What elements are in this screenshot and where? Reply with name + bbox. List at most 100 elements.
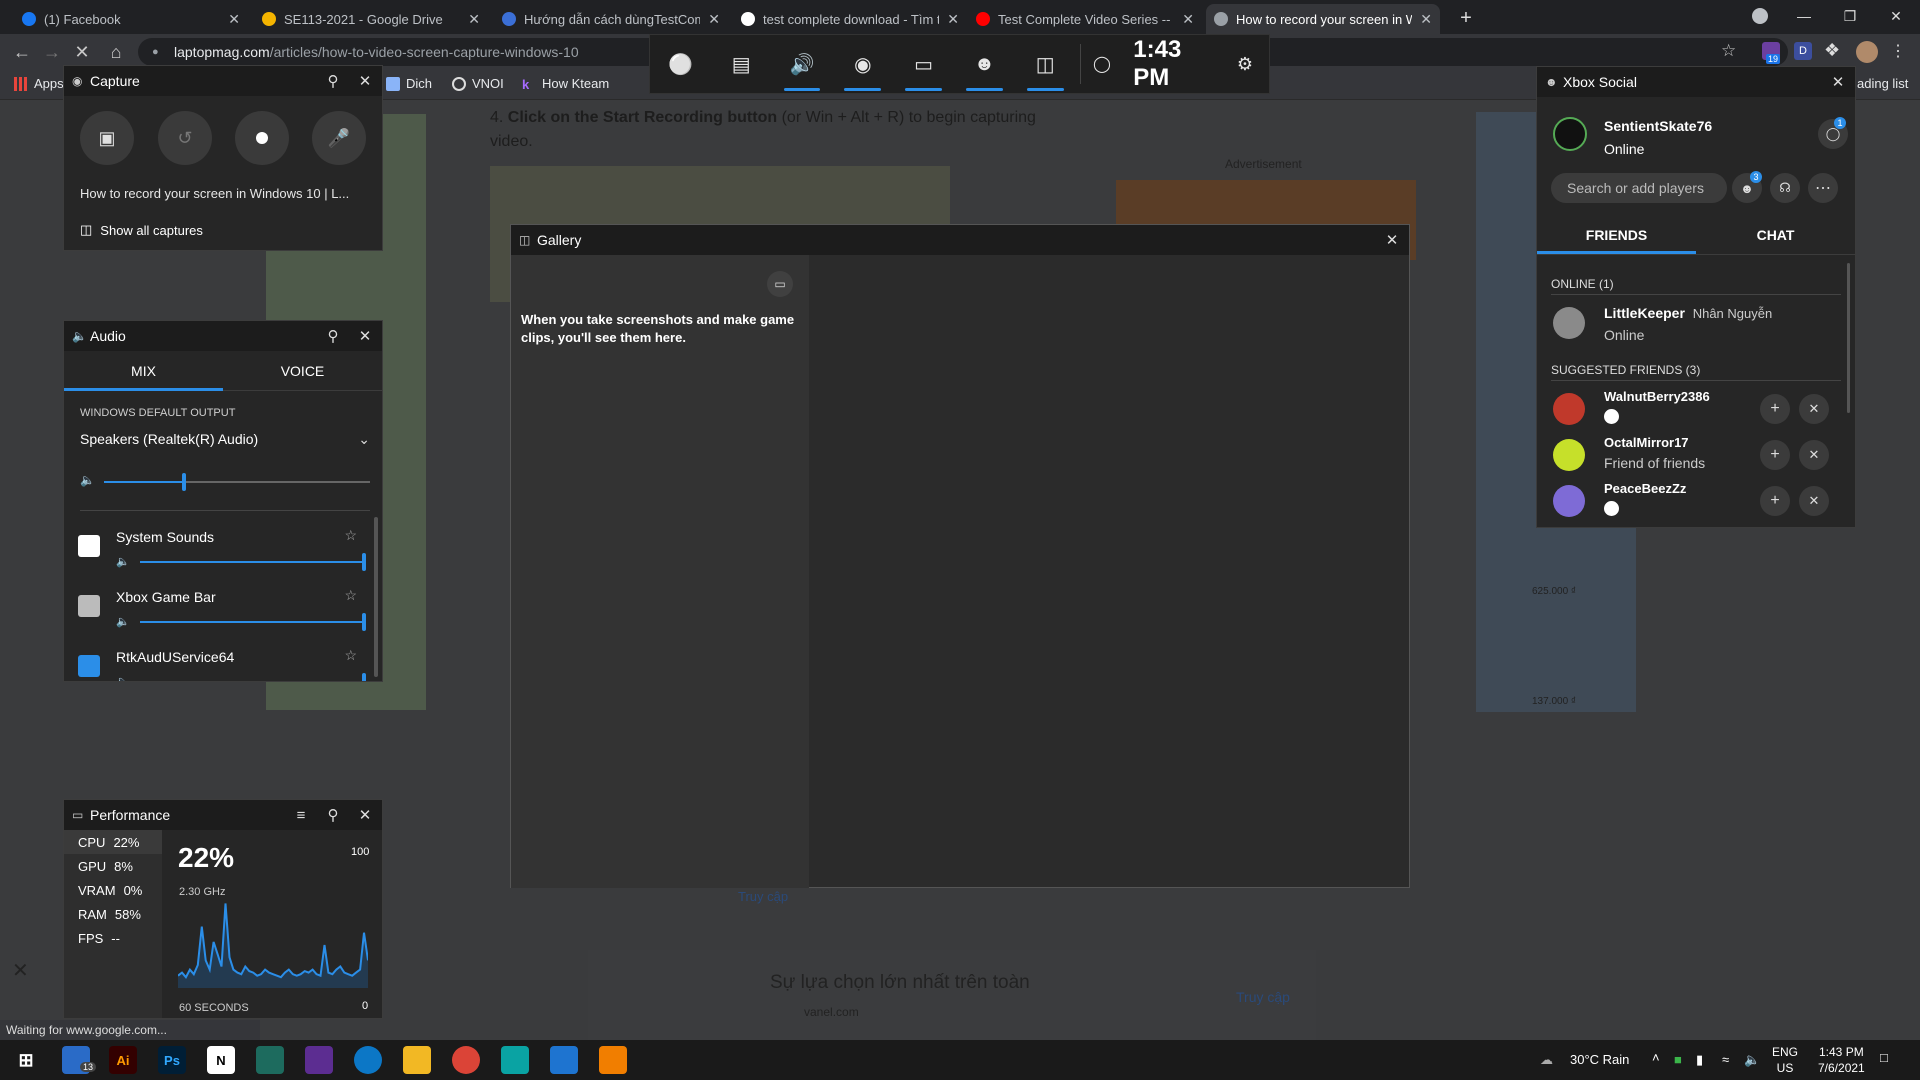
- start-windows-icon[interactable]: ⊞: [12, 1046, 40, 1074]
- settings-gear-icon[interactable]: ⚙: [1221, 35, 1269, 93]
- new-tab-button[interactable]: +: [1454, 6, 1478, 30]
- bottom-ad-title[interactable]: Sự lựa chọn lớn nhất trên toàn: [770, 972, 1030, 994]
- edge-icon[interactable]: [354, 1046, 382, 1074]
- maximize-button[interactable]: ❐: [1827, 0, 1873, 32]
- master-volume-icon[interactable]: 🔈: [80, 473, 95, 487]
- close-tab-icon[interactable]: ✕: [468, 11, 480, 28]
- friend-gamertag[interactable]: LittleKeeper Nhân Nguyễn: [1604, 305, 1772, 321]
- extensions-puzzle-icon[interactable]: ❖: [1824, 40, 1840, 61]
- profile-avatar[interactable]: [1856, 41, 1878, 63]
- close-ad-icon[interactable]: ✕: [12, 958, 29, 983]
- browser-tab[interactable]: Test Complete Video Series -- Pa ✕: [968, 4, 1202, 34]
- metric-cpu[interactable]: CPU 22%: [64, 830, 162, 854]
- app-volume-slider[interactable]: [140, 553, 366, 571]
- pin-icon[interactable]: ⚲: [318, 66, 348, 96]
- close-icon[interactable]: ✕: [1823, 67, 1853, 97]
- pin-icon[interactable]: ⚲: [318, 321, 348, 351]
- screenshot-button[interactable]: ▣: [80, 111, 134, 165]
- truy-cap-link[interactable]: Truy cập: [738, 889, 788, 904]
- volume-icon[interactable]: 🔈: [1744, 1052, 1760, 1068]
- tab-friends[interactable]: FRIENDS: [1537, 215, 1696, 254]
- notion-icon[interactable]: N: [207, 1046, 235, 1074]
- browser-tab[interactable]: Hướng dẫn cách dùngTestCompl ✕: [494, 4, 728, 34]
- forward-icon[interactable]: →: [40, 40, 64, 64]
- bookmark-howkteam[interactable]: k How Kteam: [522, 76, 609, 92]
- scrollbar[interactable]: [374, 517, 378, 677]
- close-tab-icon[interactable]: ✕: [1182, 11, 1194, 28]
- extension-d-icon[interactable]: D: [1794, 42, 1812, 60]
- friend-avatar[interactable]: [1553, 439, 1585, 471]
- audio-widget-icon[interactable]: 🔊: [772, 35, 833, 93]
- friend-avatar[interactable]: [1553, 393, 1585, 425]
- performance-widget-icon[interactable]: ▭: [893, 35, 954, 93]
- pin-icon[interactable]: ⚲: [318, 800, 348, 830]
- options-sliders-icon[interactable]: ≡: [286, 800, 316, 830]
- vlc-icon[interactable]: [599, 1046, 627, 1074]
- browser-tab[interactable]: SE113-2021 - Google Drive ✕: [254, 4, 488, 34]
- home-icon[interactable]: ⌂: [104, 40, 128, 64]
- visual-studio-icon[interactable]: [305, 1046, 333, 1074]
- favorite-star-icon[interactable]: ☆: [344, 647, 357, 664]
- browser-tab[interactable]: How to record your screen in Wi ✕: [1206, 4, 1440, 34]
- close-tab-icon[interactable]: ✕: [708, 11, 720, 28]
- reload-stop-icon[interactable]: ✕: [70, 40, 94, 64]
- notifications-icon[interactable]: □: [1880, 1050, 1888, 1065]
- record-last-button[interactable]: ↺: [158, 111, 212, 165]
- dismiss-suggestion-button[interactable]: ✕: [1799, 440, 1829, 470]
- scrollbar[interactable]: [1847, 263, 1850, 413]
- close-icon[interactable]: ✕: [1377, 225, 1407, 255]
- favorite-star-icon[interactable]: ☆: [344, 527, 357, 544]
- chrome-icon[interactable]: [452, 1046, 480, 1074]
- taskbar-app-icon[interactable]: [256, 1046, 284, 1074]
- tray-chevron-icon[interactable]: ˄: [1652, 1050, 1660, 1065]
- app-volume-icon[interactable]: 🔈: [116, 615, 130, 628]
- tab-voice[interactable]: VOICE: [223, 351, 382, 390]
- close-tab-icon[interactable]: ✕: [1420, 11, 1432, 28]
- search-players-input[interactable]: Search or add players: [1551, 173, 1727, 203]
- widget-menu-icon[interactable]: ▤: [711, 35, 772, 93]
- favorite-star-icon[interactable]: ☆: [344, 587, 357, 604]
- dismiss-suggestion-button[interactable]: ✕: [1799, 486, 1829, 516]
- close-tab-icon[interactable]: ✕: [228, 11, 240, 28]
- bottom-ad-cta[interactable]: Truy cập: [1236, 989, 1290, 1005]
- add-friend-button[interactable]: +: [1760, 440, 1790, 470]
- metric-gpu[interactable]: GPU 8%: [64, 854, 162, 878]
- friend-gamertag[interactable]: WalnutBerry2386: [1604, 389, 1710, 404]
- metric-vram[interactable]: VRAM 0%: [64, 878, 162, 902]
- more-options-icon[interactable]: ⋯: [1808, 173, 1838, 203]
- tab-mix[interactable]: MIX: [64, 351, 223, 391]
- app-volume-icon[interactable]: 🔈: [116, 555, 130, 568]
- gallery-widget-icon[interactable]: ◫: [1015, 35, 1076, 93]
- app-volume-slider[interactable]: [140, 613, 366, 631]
- mic-toggle-button[interactable]: 🎤: [312, 111, 366, 165]
- friend-gamertag[interactable]: PeaceBeezZz: [1604, 481, 1686, 496]
- language-indicator[interactable]: ENG US: [1772, 1044, 1798, 1076]
- bookmark-apps[interactable]: Apps: [14, 76, 64, 91]
- browser-tab[interactable]: test complete download - Tìm tr ✕: [733, 4, 967, 34]
- mouse-icon[interactable]: ◯: [1085, 35, 1120, 93]
- bookmark-vnoi[interactable]: VNOI: [452, 76, 504, 91]
- show-all-captures-link[interactable]: ◫ Show all captures: [80, 222, 203, 238]
- metric-fps[interactable]: FPS --: [64, 926, 162, 950]
- xbox-social-widget-icon[interactable]: ☻: [954, 35, 1015, 93]
- friend-gamertag[interactable]: OctalMirror17: [1604, 435, 1689, 450]
- bookmark-star-icon[interactable]: ☆: [1721, 41, 1736, 61]
- start-recording-button[interactable]: [235, 111, 289, 165]
- photoshop-icon[interactable]: Ps: [158, 1046, 186, 1074]
- tray-app-icon[interactable]: ■: [1674, 1052, 1682, 1067]
- taskbar-app-blue-icon[interactable]: [550, 1046, 578, 1074]
- browser-menu-icon[interactable]: ⋮: [1890, 41, 1906, 61]
- close-icon[interactable]: ✕: [350, 800, 380, 830]
- capture-widget-icon[interactable]: ◉: [832, 35, 893, 93]
- open-folder-icon[interactable]: ▭: [767, 271, 793, 297]
- metric-ram[interactable]: RAM 58%: [64, 902, 162, 926]
- reading-list[interactable]: ading list: [1857, 76, 1908, 91]
- tab-chat[interactable]: CHAT: [1696, 215, 1855, 254]
- browser-tab[interactable]: (1) Facebook ✕: [14, 4, 248, 34]
- tab-search-icon[interactable]: [1752, 8, 1768, 24]
- battery-icon[interactable]: ▮: [1696, 1052, 1703, 1068]
- master-volume-slider[interactable]: [104, 473, 370, 491]
- party-headset-icon[interactable]: ☊: [1770, 173, 1800, 203]
- close-icon[interactable]: ✕: [350, 66, 380, 96]
- dismiss-suggestion-button[interactable]: ✕: [1799, 394, 1829, 424]
